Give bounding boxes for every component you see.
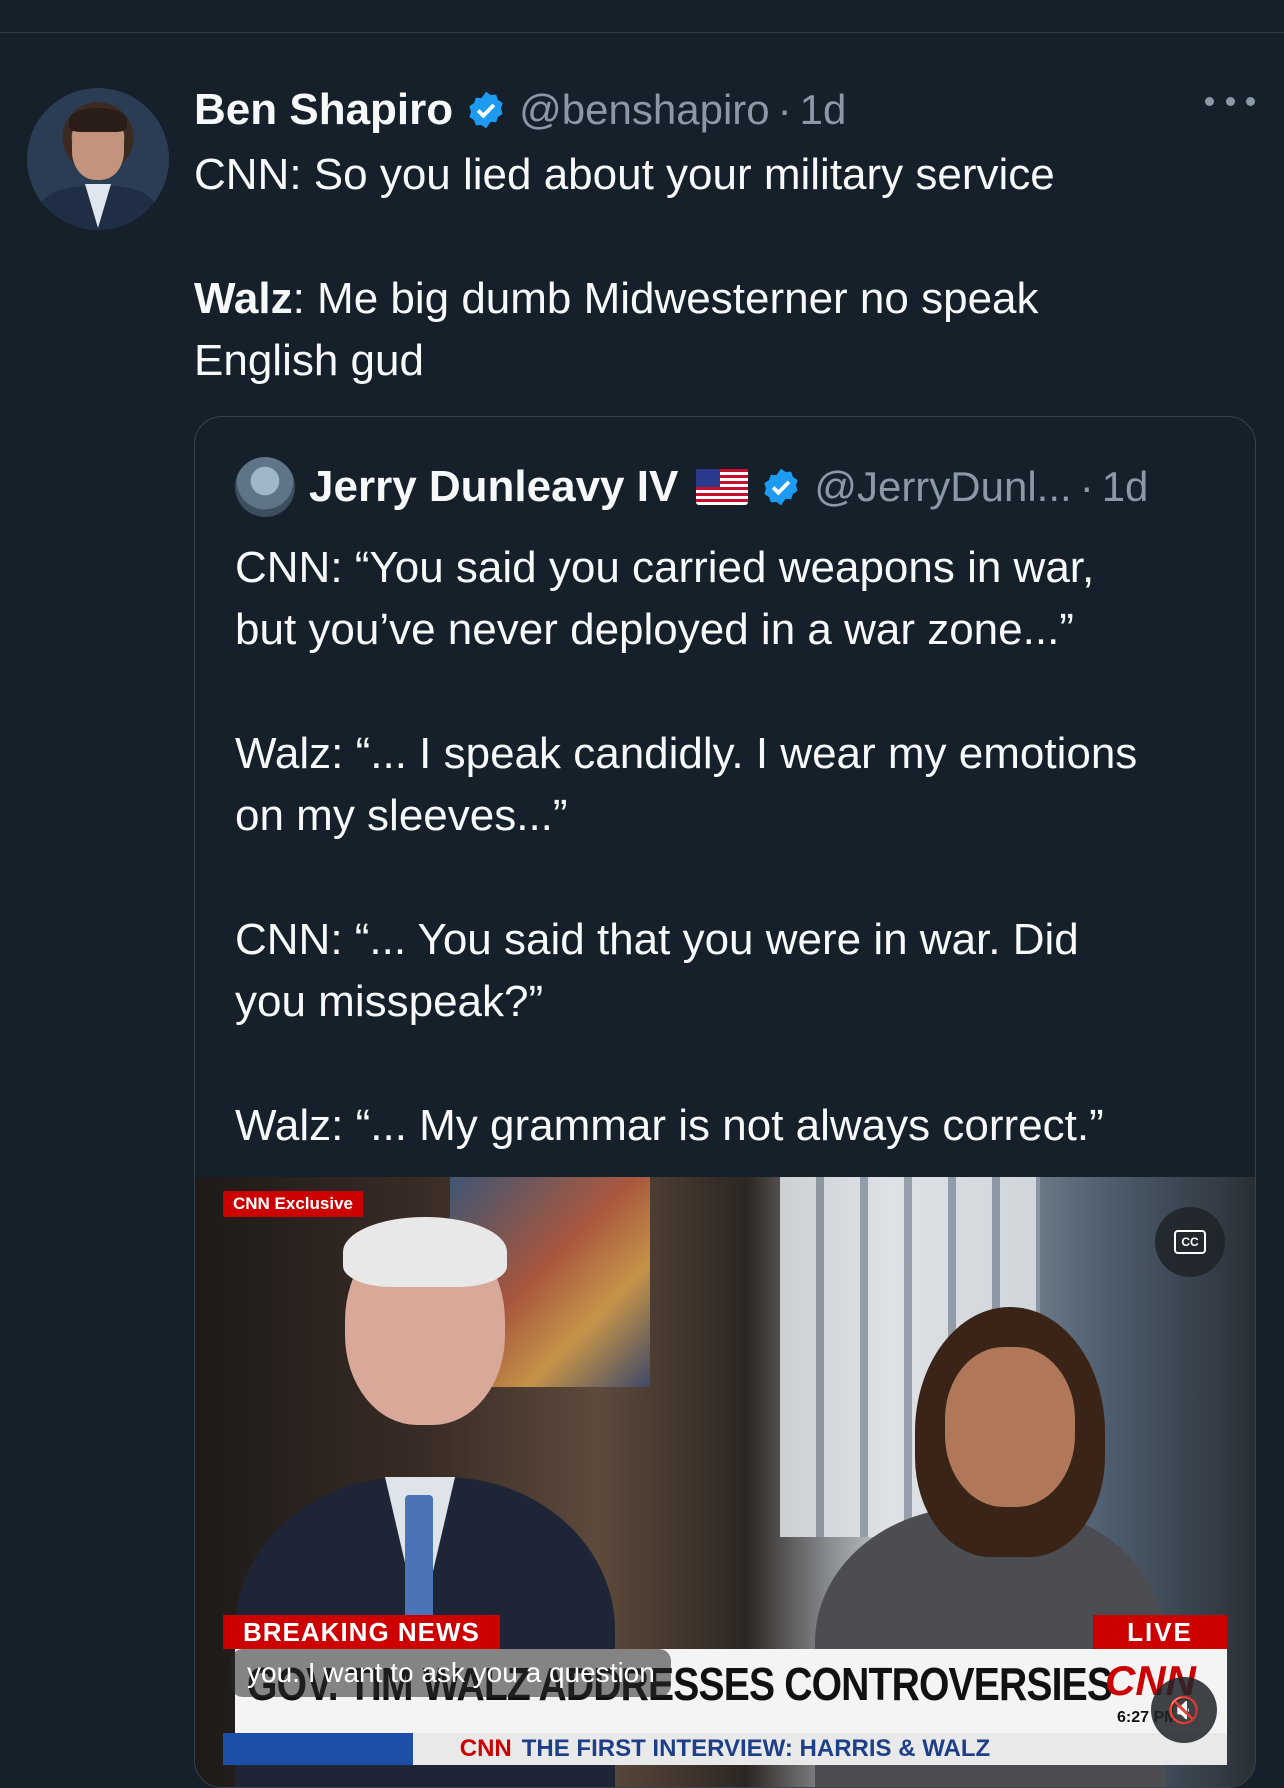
video-caption: you. I want to ask you a question [231, 1649, 671, 1697]
ticker-brand: CNN [459, 1735, 512, 1762]
speaker-label: Walz [194, 274, 293, 323]
verified-badge-icon [469, 91, 503, 129]
post-text-line: Walz: Me big dumb Midwesterner no speak [194, 274, 1039, 323]
author-avatar[interactable] [27, 88, 169, 230]
quoted-text-line: Walz: “... My grammar is not always corr… [235, 1101, 1104, 1150]
post-text-line: CNN: So you lied about your military ser… [194, 150, 1055, 199]
quoted-author-name: Jerry Dunleavy IV [309, 462, 679, 511]
quoted-text-line: you misspeak?” [235, 977, 544, 1026]
ticker-text: THE FIRST INTERVIEW: HARRIS & WALZ [521, 1735, 991, 1762]
separator-dot: · [1079, 463, 1094, 510]
separator-dot: · [777, 86, 792, 133]
us-flag-icon [696, 469, 749, 505]
news-ticker: CNN THE FIRST INTERVIEW: HARRIS & WALZ [223, 1733, 1227, 1765]
breaking-news-label: BREAKING NEWS [223, 1615, 500, 1649]
author-name[interactable]: Ben Shapiro [194, 85, 453, 135]
video-player[interactable]: CNN Exclusive CC BREAKING NEWS LIVE GOV.… [195, 1177, 1255, 1787]
post-text: CNN: So you lied about your military ser… [194, 144, 1254, 392]
live-label: LIVE [1093, 1615, 1227, 1649]
quoted-header: Jerry Dunleavy IV @JerryDunl... · 1d [235, 457, 1148, 517]
top-divider [0, 0, 1284, 33]
quoted-text-line: CNN: “... You said that you were in war.… [235, 915, 1079, 964]
quoted-text-line: Walz: “... I speak candidly. I wear my e… [235, 729, 1138, 778]
quoted-text-line: CNN: “You said you carried weapons in wa… [235, 543, 1095, 592]
quoted-author-avatar [235, 457, 295, 517]
speaker-muted-icon: 🔇 [1167, 1694, 1201, 1725]
cnn-exclusive-tag: CNN Exclusive [223, 1191, 363, 1217]
post-header: Ben Shapiro @benshapiro · 1d [194, 80, 846, 140]
quoted-post-text: CNN: “You said you carried weapons in wa… [235, 537, 1225, 1157]
quoted-text-line: but you’ve never deployed in a war zone.… [235, 605, 1074, 654]
author-handle[interactable]: @benshapiro [519, 86, 769, 134]
captions-icon: CC [1174, 1230, 1206, 1254]
captions-button[interactable]: CC [1155, 1207, 1225, 1277]
verified-badge-icon [764, 468, 798, 506]
quoted-post-card[interactable]: Jerry Dunleavy IV @JerryDunl... · 1d CNN… [194, 416, 1256, 1788]
more-options-icon[interactable] [1205, 86, 1255, 116]
mute-button[interactable]: 🔇 [1151, 1677, 1217, 1743]
quoted-text-line: on my sleeves...” [235, 791, 568, 840]
post-time[interactable]: 1d [800, 86, 847, 134]
quoted-author-handle: @JerryDunl... [814, 463, 1072, 510]
post-text-line: English gud [194, 336, 424, 385]
quoted-post-time: 1d [1101, 463, 1149, 510]
